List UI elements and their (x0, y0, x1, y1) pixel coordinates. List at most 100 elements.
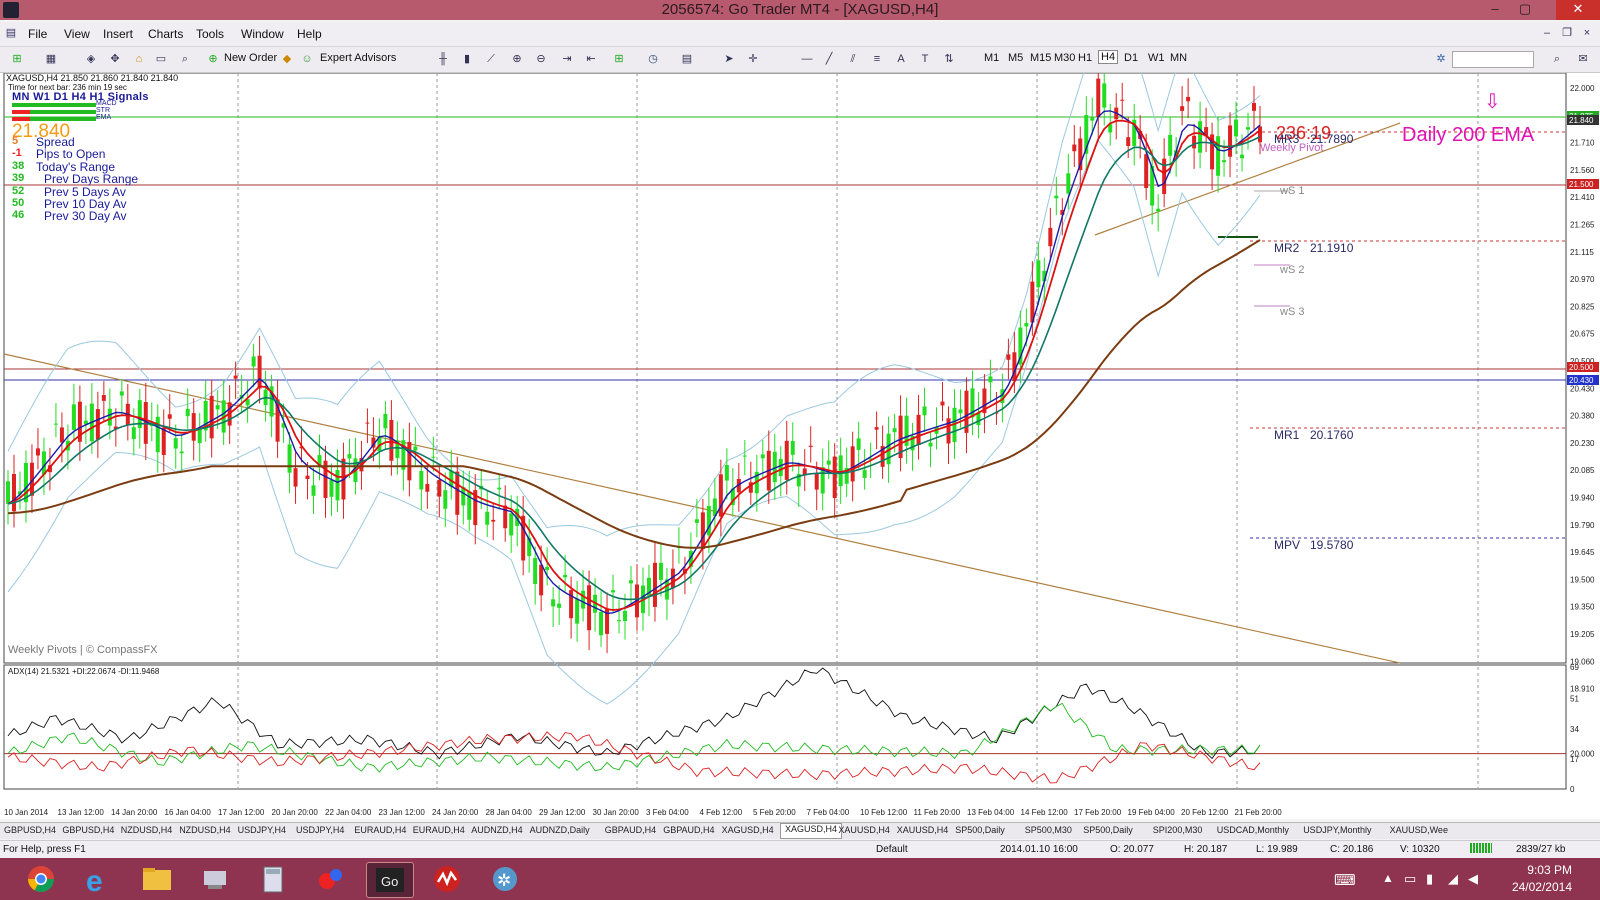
tab-nzdusd-h4[interactable]: NZDUSD,H4 (179, 825, 231, 835)
candlestick-icon[interactable]: ▮ (460, 52, 474, 66)
action-center-icon[interactable]: ▭ (1404, 871, 1416, 887)
tab-xauusd-h4[interactable]: XAUUSD,H4 (897, 825, 949, 835)
tf-m5[interactable]: M5 (1008, 52, 1023, 64)
new-order-icon[interactable]: ⊕ (206, 52, 220, 66)
tab-xauusd-wee[interactable]: XAUUSD,Wee (1390, 825, 1448, 835)
cursor-icon[interactable]: ➤ (722, 52, 736, 66)
keyboard-icon[interactable]: ⌨ (1334, 871, 1356, 889)
menu-help[interactable]: Help (297, 27, 322, 41)
line-chart-icon[interactable]: ⟋ (484, 52, 498, 66)
tab-usdjpy-h4[interactable]: USDJPY,H4 (238, 825, 286, 835)
tab-xagusd-h4[interactable]: XAGUSD,H4 (722, 825, 774, 835)
tab-audnzd-h4[interactable]: AUDNZD,H4 (471, 825, 523, 835)
fibonacci-icon[interactable]: ≡ (870, 52, 884, 66)
tab-sp500-daily[interactable]: SP500,Daily (1083, 825, 1133, 835)
channel-icon[interactable]: ⫽ (846, 52, 860, 66)
new-order-button[interactable]: New Order (224, 52, 277, 64)
metaeditor-icon[interactable]: ◆ (280, 52, 294, 66)
volume-icon[interactable]: ◀ (1468, 871, 1478, 887)
tab-spi200-m30[interactable]: SPI200,M30 (1153, 825, 1203, 835)
tab-gbpaud-h4[interactable]: GBPAUD,H4 (663, 825, 714, 835)
snowflake-app-icon[interactable]: ✲ (482, 862, 528, 896)
power-icon[interactable]: ▮ (1426, 871, 1433, 887)
zoom-in-icon[interactable]: ⊕ (510, 52, 524, 66)
indicators-icon[interactable]: ⊞ (612, 52, 626, 66)
mdi-restore-icon[interactable]: ❐ (1560, 26, 1574, 40)
chart-window[interactable]: 22.000 21.840 21.710 21.560 21.410 21.265 21.1… (0, 26, 1600, 819)
tf-m1[interactable]: M1 (984, 52, 999, 64)
tab-sp500-daily[interactable]: SP500,Daily (955, 825, 1005, 835)
menu-tools[interactable]: Tools (196, 27, 224, 41)
system-tray: ⌨ ▲ ▭ ▮ ◢ ◀ 9:03 PM 24/02/2014 (1300, 858, 1600, 900)
mdi-minimize-icon[interactable]: – (1540, 26, 1554, 40)
network-icon[interactable] (192, 862, 238, 896)
tab-usdjpy-monthly[interactable]: USDJPY,Monthly (1303, 825, 1371, 835)
tray-expand-icon[interactable]: ▲ (1382, 871, 1394, 885)
zoom-out-icon[interactable]: ⊖ (534, 52, 548, 66)
tab-usdjpy-h4[interactable]: USDJPY,H4 (296, 825, 344, 835)
tab-nzdusd-h4[interactable]: NZDUSD,H4 (121, 825, 173, 835)
menu-window[interactable]: Window (241, 27, 284, 41)
expert-advisors-icon[interactable]: ☺ (300, 52, 314, 66)
text-label-icon[interactable]: T (918, 52, 932, 66)
tab-sp500-m30[interactable]: SP500,M30 (1025, 825, 1072, 835)
mdi-close-icon[interactable]: × (1580, 26, 1594, 40)
tf-mn[interactable]: MN (1170, 52, 1187, 64)
tab-euraud-h4[interactable]: EURAUD,H4 (413, 825, 465, 835)
tab-gbpaud-h4[interactable]: GBPAUD,H4 (605, 825, 656, 835)
tab-xagusd-h4[interactable]: XAGUSD,H4 (780, 823, 843, 839)
tf-h1[interactable]: H1 (1078, 52, 1092, 64)
menu-charts[interactable]: Charts (148, 27, 183, 41)
trading-app-icon[interactable] (424, 862, 470, 896)
menu-file[interactable]: File (28, 27, 47, 41)
internet-explorer-icon[interactable]: e (76, 862, 122, 898)
menu-view[interactable]: View (64, 27, 90, 41)
chart-shift-icon[interactable]: ⇤ (584, 52, 598, 66)
price-chart[interactable]: 22.000 21.840 21.710 21.560 21.410 21.265 21.1… (0, 26, 1600, 819)
text-icon[interactable]: A (894, 52, 908, 66)
new-chart-icon[interactable]: ⊞ (10, 52, 24, 66)
mdi-icon[interactable]: ▤ (4, 26, 18, 40)
expert-advisors-button[interactable]: Expert Advisors (320, 52, 396, 64)
tab-euraud-h4[interactable]: EURAUD,H4 (354, 825, 406, 835)
terminal-icon[interactable]: ⌂ (132, 52, 146, 66)
calculator-icon[interactable] (250, 862, 296, 896)
tab-xauusd-h4[interactable]: XAUUSD,H4 (838, 825, 890, 835)
tf-d1[interactable]: D1 (1124, 52, 1138, 64)
tab-usdcad-monthly[interactable]: USDCAD,Monthly (1217, 825, 1289, 835)
close-button[interactable]: ✕ (1556, 0, 1600, 20)
minimize-button[interactable]: – (1480, 0, 1510, 20)
clock[interactable]: 9:03 PM 24/02/2014 (1512, 862, 1572, 896)
menu-insert[interactable]: Insert (103, 27, 133, 41)
file-explorer-icon[interactable] (134, 862, 180, 896)
market-watch-icon[interactable]: ◈ (84, 52, 98, 66)
maximize-button[interactable]: ▢ (1510, 0, 1540, 20)
tf-m15[interactable]: M15 (1030, 52, 1051, 64)
search-input[interactable] (1452, 51, 1534, 68)
tab-gbpusd-h4[interactable]: GBPUSD,H4 (62, 825, 114, 835)
arrows-icon[interactable]: ⇅ (942, 52, 956, 66)
search-icon[interactable]: ⌕ (1550, 52, 1564, 66)
go-trader-icon[interactable]: Go (366, 862, 414, 898)
settings-icon[interactable]: ✲ (1434, 52, 1448, 66)
tab-gbpusd-h4[interactable]: GBPUSD,H4 (4, 825, 56, 835)
tf-w1[interactable]: W1 (1148, 52, 1165, 64)
auto-scroll-icon[interactable]: ⇥ (560, 52, 574, 66)
hline-icon[interactable]: — (800, 52, 814, 66)
crosshair-icon[interactable]: ✛ (746, 52, 760, 66)
navigator-icon[interactable]: ✥ (108, 52, 122, 66)
profiles-icon[interactable]: ▦ (44, 52, 58, 66)
tf-m30[interactable]: M30 (1054, 52, 1075, 64)
chat-icon[interactable]: ✉ (1576, 52, 1590, 66)
periods-icon[interactable]: ◷ (646, 52, 660, 66)
bar-chart-icon[interactable]: ╫ (436, 52, 450, 66)
templates-icon[interactable]: ▤ (680, 52, 694, 66)
strategy-tester-icon[interactable]: ▭ (154, 52, 168, 66)
chrome-icon[interactable] (18, 862, 64, 896)
history-icon[interactable]: ⌕ (178, 52, 192, 66)
app-dots-icon[interactable] (308, 862, 354, 896)
tf-h4[interactable]: H4 (1098, 50, 1119, 64)
tab-audnzd-daily[interactable]: AUDNZD,Daily (530, 825, 590, 835)
trendline-icon[interactable]: ╱ (822, 52, 836, 66)
signal-icon[interactable]: ◢ (1448, 871, 1458, 887)
